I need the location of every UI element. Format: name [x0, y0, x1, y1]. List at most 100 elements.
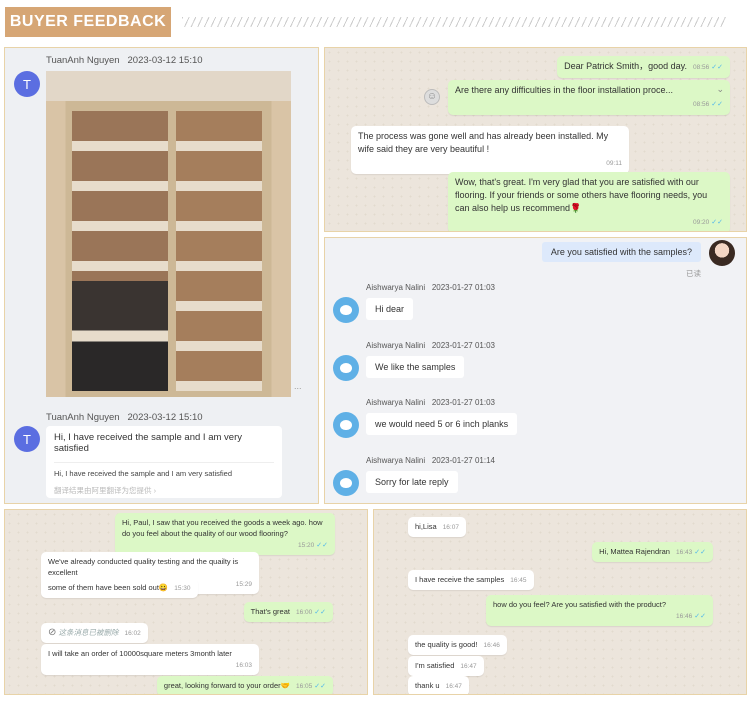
message-bubble: I have receive the samples 16:45 — [408, 570, 534, 590]
message-text: Wow, that's great. I'm very glad that yo… — [455, 177, 708, 213]
sender-name: Aishwarya Nalini — [366, 456, 426, 465]
read-check-icon: ✓✓ — [711, 101, 723, 108]
avatar: T — [14, 426, 40, 452]
message-bubble: Hi, Paul, I saw that you received the go… — [115, 513, 335, 555]
sender-line: Aishwarya Nalini 2023-01-27 01:14 — [366, 456, 495, 465]
sender-name: TuanAnh Nguyen — [46, 412, 120, 423]
read-status: 已读 — [686, 269, 701, 278]
sender-line: Aishwarya Nalini 2023-01-27 01:03 — [366, 341, 495, 350]
chevron-down-icon[interactable]: ⌄ — [716, 83, 724, 96]
read-check-icon: ✓✓ — [316, 542, 328, 549]
message-text: the quality is good! — [415, 640, 478, 649]
message-bubble: how do you feel? Are you satisfied with … — [486, 595, 713, 626]
message-time: 16:46 — [483, 642, 500, 649]
message-time: 2023-01-27 01:03 — [431, 283, 495, 292]
avatar: T — [14, 71, 40, 97]
read-check-icon: ✓✓ — [314, 683, 326, 690]
message-bubble: Hi, Mattea Rajendran 16:43 ✓✓ — [592, 542, 713, 562]
message-bubble: hi,Lisa 16:07 — [408, 517, 466, 537]
message-text: I have receive the samples — [415, 575, 505, 584]
message-bubble: Are you satisfied with the samples? — [541, 242, 701, 262]
message-time: 08:56 — [692, 101, 710, 108]
message-time: 09:11 — [606, 160, 622, 167]
read-check-icon: ✓✓ — [711, 64, 723, 71]
chat-screenshot-patrick: Dear Patrick Smith，good day. 08:56 ✓✓ ☺ Ar… — [324, 47, 747, 232]
message-time: 16:46 — [675, 613, 693, 620]
deleted-message: ⊘ 这条消息已被删除 16:02 — [41, 623, 148, 643]
emoji-reaction-icon[interactable]: ☺ — [424, 89, 440, 105]
chat-screenshot-tuananh: TuanAnh Nguyen 2023-03-12 15:10 T ... Tu… — [4, 47, 319, 504]
message-time: 2023-01-27 01:03 — [431, 341, 495, 350]
sender-name: Aishwarya Nalini — [366, 341, 426, 350]
message-bubble: Are there any difficulties in the floor … — [448, 80, 730, 115]
message-text: 这条消息已被删除 — [58, 628, 119, 637]
sender-line: Aishwarya Nalini 2023-01-27 01:03 — [366, 398, 495, 407]
chat-screenshot-lisa: hi,Lisa 16:07 Hi, Mattea Rajendran 16:43 ✓✓… — [373, 509, 747, 695]
message-time: 16:47 — [460, 663, 477, 670]
message-bubble: Dear Patrick Smith，good day. 08:56 ✓✓ — [557, 56, 730, 78]
message-text: I will take an order of 10000square mete… — [48, 649, 232, 658]
message-bubble: We like the samples — [366, 356, 465, 378]
sender-line: TuanAnh Nguyen 2023-03-12 15:10 — [46, 412, 203, 423]
message-bubble: some of them have been sold out😀 15:30 — [41, 578, 198, 598]
message-time: 16:02 — [124, 630, 141, 637]
message-time: 16:47 — [445, 683, 462, 690]
message-text: Are there any difficulties in the floor … — [455, 85, 673, 95]
message-bubble: we would need 5 or 6 inch planks — [366, 413, 518, 435]
avatar — [333, 412, 359, 438]
message-bubble: Wow, that's great. I'm very glad that yo… — [448, 172, 730, 231]
read-check-icon: ✓✓ — [314, 609, 326, 616]
message-bubble: I'm satisfied 16:47 — [408, 656, 484, 676]
message-time: 16:03 — [235, 662, 252, 669]
user-avatar — [709, 240, 735, 266]
chat-screenshot-aishwarya: Are you satisfied with the samples? 已读 A… — [324, 237, 747, 504]
message-time: 2023-03-12 15:10 — [127, 55, 203, 66]
message-text: Hi, I have received the sample and I am … — [54, 432, 274, 463]
message-text: how do you feel? Are you satisfied with … — [493, 600, 667, 609]
message-time: 15:29 — [235, 581, 252, 588]
avatar — [333, 355, 359, 381]
message-time: 16:07 — [442, 524, 459, 531]
more-options-icon[interactable]: ... — [294, 381, 302, 391]
message-text: thank u — [415, 681, 440, 690]
message-bubble: The process was gone well and has alread… — [351, 126, 629, 174]
message-time: 15:20 — [297, 542, 315, 549]
message-time: 08:56 — [692, 64, 710, 71]
message-time: 2023-01-27 01:03 — [431, 398, 495, 407]
message-text: We've already conducted quality testing … — [48, 557, 239, 577]
sender-name: TuanAnh Nguyen — [46, 55, 120, 66]
message-time: 15:30 — [174, 585, 191, 592]
message-time: 2023-01-27 01:14 — [431, 456, 495, 465]
message-bubble: Hi dear — [366, 298, 414, 320]
message-text: Hi, Mattea Rajendran — [599, 547, 670, 556]
message-time: 16:45 — [510, 577, 527, 584]
message-text: great, looking forward to your order🤝 — [163, 681, 290, 690]
translation-note-link[interactable]: 翻译结果由阿里翻译为您提供 › — [54, 485, 274, 496]
message-text: That's great — [250, 607, 290, 616]
message-bubble: thank u 16:47 — [408, 676, 469, 694]
message-time: 16:05 — [295, 683, 313, 690]
avatar — [333, 470, 359, 496]
blocked-icon: ⊘ — [48, 627, 57, 638]
read-check-icon: ✓✓ — [694, 613, 706, 620]
message-bubble: Sorry for late reply — [366, 471, 458, 493]
message-text: Dear Patrick Smith，good day. — [564, 61, 687, 71]
read-check-icon: ✓✓ — [711, 219, 723, 226]
message-text: some of them have been sold out😀 — [48, 583, 169, 592]
message-bubble: great, looking forward to your order🤝 16:… — [156, 676, 333, 694]
chat-screenshot-paul: Hi, Paul, I saw that you received the go… — [4, 509, 368, 695]
message-time: 16:43 — [675, 549, 693, 556]
message-time: 2023-03-12 15:10 — [127, 412, 203, 423]
avatar — [333, 297, 359, 323]
read-check-icon: ✓✓ — [694, 549, 706, 556]
message-bubble: Hi, I have received the sample and I am … — [46, 426, 282, 498]
message-bubble: That's great 16:00 ✓✓ — [243, 602, 333, 622]
translated-text: Hi, I have received the sample and I am … — [54, 469, 233, 478]
message-text: Hi, Paul, I saw that you received the go… — [122, 518, 323, 538]
sender-name: Aishwarya Nalini — [366, 398, 426, 407]
section-title: BUYER FEEDBACK — [5, 7, 171, 37]
sender-line: TuanAnh Nguyen 2023-03-12 15:10 — [46, 55, 203, 66]
message-bubble: I will take an order of 10000square mete… — [41, 644, 259, 675]
header-divider — [182, 17, 727, 27]
message-bubble: the quality is good! 16:46 — [408, 635, 507, 655]
